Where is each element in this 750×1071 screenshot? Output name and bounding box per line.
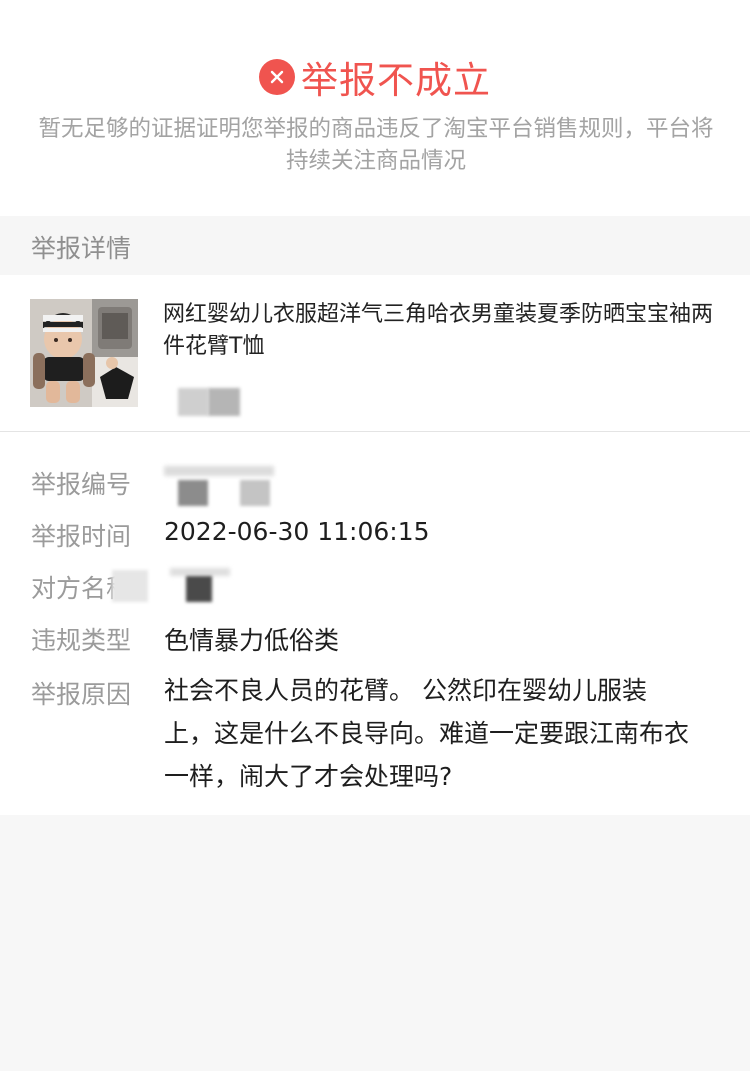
report-id-label: 举报编号 (31, 470, 132, 499)
report-reason-label: 举报原因 (31, 680, 132, 709)
redacted-price-mask (178, 388, 208, 416)
section-title: 举报详情 (31, 234, 132, 263)
report-time-label: 举报时间 (31, 522, 132, 551)
product-image (30, 299, 138, 407)
status-title: 举报不成立 (301, 59, 491, 102)
product-title[interactable]: 网红婴幼儿衣服超洋气三角哈衣男童装夏季防晒宝宝袖两件花臂T恤 (163, 299, 723, 363)
report-id-value-redacted (164, 466, 294, 506)
status-row: 举报不成立 (0, 50, 750, 104)
redacted-price-mask (208, 388, 240, 416)
section-header: 举报详情 (0, 216, 750, 275)
report-details: 举报编号 举报时间 2022-06-30 11:06:15 对方名称 违规类型 … (0, 432, 750, 815)
violation-type-value: 色情暴力低俗类 (164, 626, 340, 655)
close-circle-icon (259, 59, 295, 95)
report-time-value: 2022-06-30 11:06:15 (164, 517, 430, 546)
empty-area (0, 815, 750, 1071)
violation-type-label: 违规类型 (31, 626, 132, 655)
result-header: 举报不成立 暂无足够的证据证明您举报的商品违反了淘宝平台销售规则，平台将持续关注… (0, 0, 750, 216)
status-description: 暂无足够的证据证明您举报的商品违反了淘宝平台销售规则，平台将持续关注商品情况 (38, 116, 714, 174)
report-reason-value: 社会不良人员的花臂。 公然印在婴幼儿服装上，这是什么不良导向。难道一定要跟江南布… (164, 676, 690, 791)
counterparty-value-redacted (112, 568, 252, 604)
product-card[interactable]: 网红婴幼儿衣服超洋气三角哈衣男童装夏季防晒宝宝袖两件花臂T恤 (0, 275, 750, 432)
